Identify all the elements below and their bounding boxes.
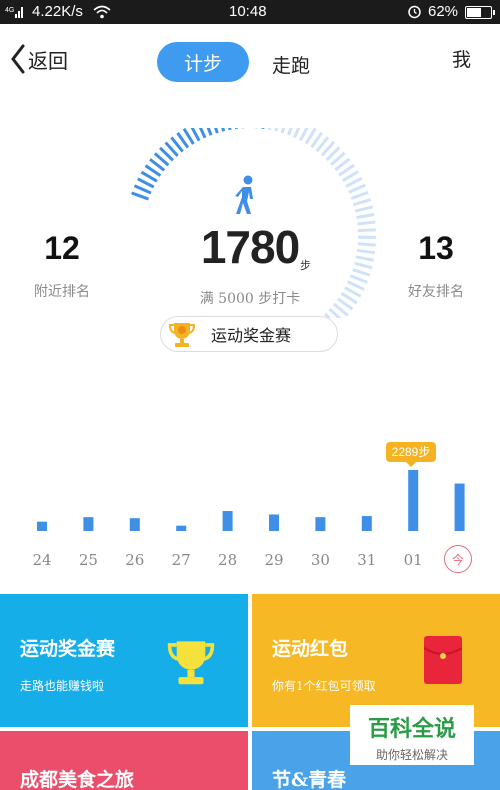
friend-rank-value: 13 xyxy=(418,230,454,266)
gauge-tick xyxy=(198,128,207,139)
gauge-tick xyxy=(357,220,376,226)
friend-rank-label: 好友排名 xyxy=(408,284,464,300)
step-unit: 步 xyxy=(300,259,311,272)
gauge-tick xyxy=(354,261,373,270)
gauge-tick xyxy=(286,128,293,136)
red-envelope-icon xyxy=(424,636,462,684)
x-tick-label[interactable]: 26 xyxy=(120,551,150,569)
x-tick-label[interactable]: 31 xyxy=(352,551,382,569)
gauge-tick xyxy=(354,205,373,213)
gauge-tick xyxy=(347,280,365,291)
battery-level xyxy=(467,8,482,17)
x-tick-label[interactable]: 30 xyxy=(305,551,335,569)
back-label: 返回 xyxy=(28,48,68,73)
card-sports-contest[interactable]: 运动奖金赛 走路也能赚钱啦 xyxy=(0,594,248,727)
tab-walk-run[interactable]: 走跑 xyxy=(272,51,310,78)
friend-rank[interactable]: 13 好友排名 xyxy=(386,230,486,301)
gauge-tick xyxy=(133,184,152,195)
gauge-tick xyxy=(280,128,286,134)
back-button[interactable]: 返回 xyxy=(10,44,68,74)
chart-bar[interactable] xyxy=(83,517,94,531)
gauge-tick xyxy=(137,177,155,189)
trophy-icon xyxy=(169,323,195,347)
gauge-tick xyxy=(206,128,213,136)
gauge-tick xyxy=(228,128,232,131)
gauge-tick xyxy=(345,176,363,188)
chevron-left-icon xyxy=(11,44,25,74)
card-subtitle: 走路也能赚钱啦 xyxy=(20,679,105,693)
me-button[interactable]: 我 xyxy=(452,45,471,72)
nearby-rank-value: 12 xyxy=(44,230,80,266)
gauge-tick xyxy=(355,255,374,262)
nearby-rank[interactable]: 12 附近排名 xyxy=(12,230,112,301)
gauge-tick xyxy=(357,228,376,233)
x-tick-label[interactable]: 29 xyxy=(259,551,289,569)
trophy-icon xyxy=(167,641,215,685)
chart-bar[interactable] xyxy=(37,521,47,531)
gauge-tick xyxy=(352,198,372,207)
clock: 10:48 xyxy=(229,3,267,20)
x-tick-label[interactable]: 28 xyxy=(213,551,243,569)
card-title: 运动红包 xyxy=(272,638,349,660)
gauge-tick xyxy=(356,212,375,220)
chart-bar[interactable] xyxy=(176,525,187,531)
alarm-icon xyxy=(408,5,421,19)
gauge-tick xyxy=(221,128,226,132)
card-title: 成都美食之旅 xyxy=(20,769,135,790)
card-subtitle: 你有1个红包可领取 xyxy=(272,679,376,693)
x-label-today[interactable]: 今 xyxy=(444,545,472,573)
gauge-tick xyxy=(356,248,376,255)
contest-label: 运动奖金赛 xyxy=(211,326,292,345)
chart-bar[interactable] xyxy=(129,518,140,531)
x-tick-label[interactable]: 24 xyxy=(27,551,57,569)
chart-bar[interactable] xyxy=(315,517,326,531)
chart-bar[interactable] xyxy=(408,470,419,531)
gauge-tick xyxy=(357,242,376,247)
chart-bar[interactable] xyxy=(454,483,465,531)
gauge-tick xyxy=(274,128,279,132)
signal-icon: 4G xyxy=(5,7,23,18)
x-tick-label[interactable]: 25 xyxy=(73,551,103,569)
x-tick-label[interactable]: 27 xyxy=(166,551,196,569)
gauge-tick xyxy=(352,268,371,277)
sports-contest-button[interactable]: 运动奖金赛 xyxy=(160,316,338,352)
watermark-logo: 百科全说 助你轻松解决 xyxy=(350,705,474,765)
gauge-tick xyxy=(267,128,272,131)
chart-bar[interactable] xyxy=(269,514,279,531)
card-chengdu-food-tour[interactable]: 成都美食之旅 xyxy=(0,731,248,790)
wifi-icon xyxy=(93,5,111,19)
gauge-tick xyxy=(348,183,366,194)
card-title: 运动奖金赛 xyxy=(20,638,116,660)
step-goal: 满 5000 步打卡 xyxy=(199,291,301,307)
gauge-tick xyxy=(349,274,368,284)
gauge-tick xyxy=(234,128,239,130)
chart-bar[interactable] xyxy=(361,516,372,531)
gauge-tick xyxy=(214,128,219,134)
status-bar: 4G 4.22K/s 10:48 62% xyxy=(0,0,500,24)
walking-person-icon xyxy=(235,175,253,214)
signal-label: 4G xyxy=(5,7,14,14)
gauge-tick xyxy=(261,128,265,129)
x-tick-label[interactable]: 01 xyxy=(398,551,428,569)
network-speed: 4.22K/s xyxy=(32,3,83,20)
highlight-value-tooltip: 2289步 xyxy=(386,442,436,467)
gauge-tick xyxy=(131,191,150,201)
tab-step-count[interactable]: 计步 xyxy=(157,42,249,82)
chart-bar[interactable] xyxy=(222,511,233,531)
gauge-tick xyxy=(293,128,301,139)
gauge-tick xyxy=(350,190,369,200)
card-title: 节&青春 xyxy=(272,769,347,790)
gauge-tick xyxy=(344,286,362,298)
nearby-rank-label: 附近排名 xyxy=(34,284,90,300)
battery-percent: 62% xyxy=(428,3,459,20)
watermark-title: 百科全说 xyxy=(367,717,456,742)
watermark-subtitle: 助你轻松解决 xyxy=(375,748,448,762)
battery-icon xyxy=(465,6,495,19)
